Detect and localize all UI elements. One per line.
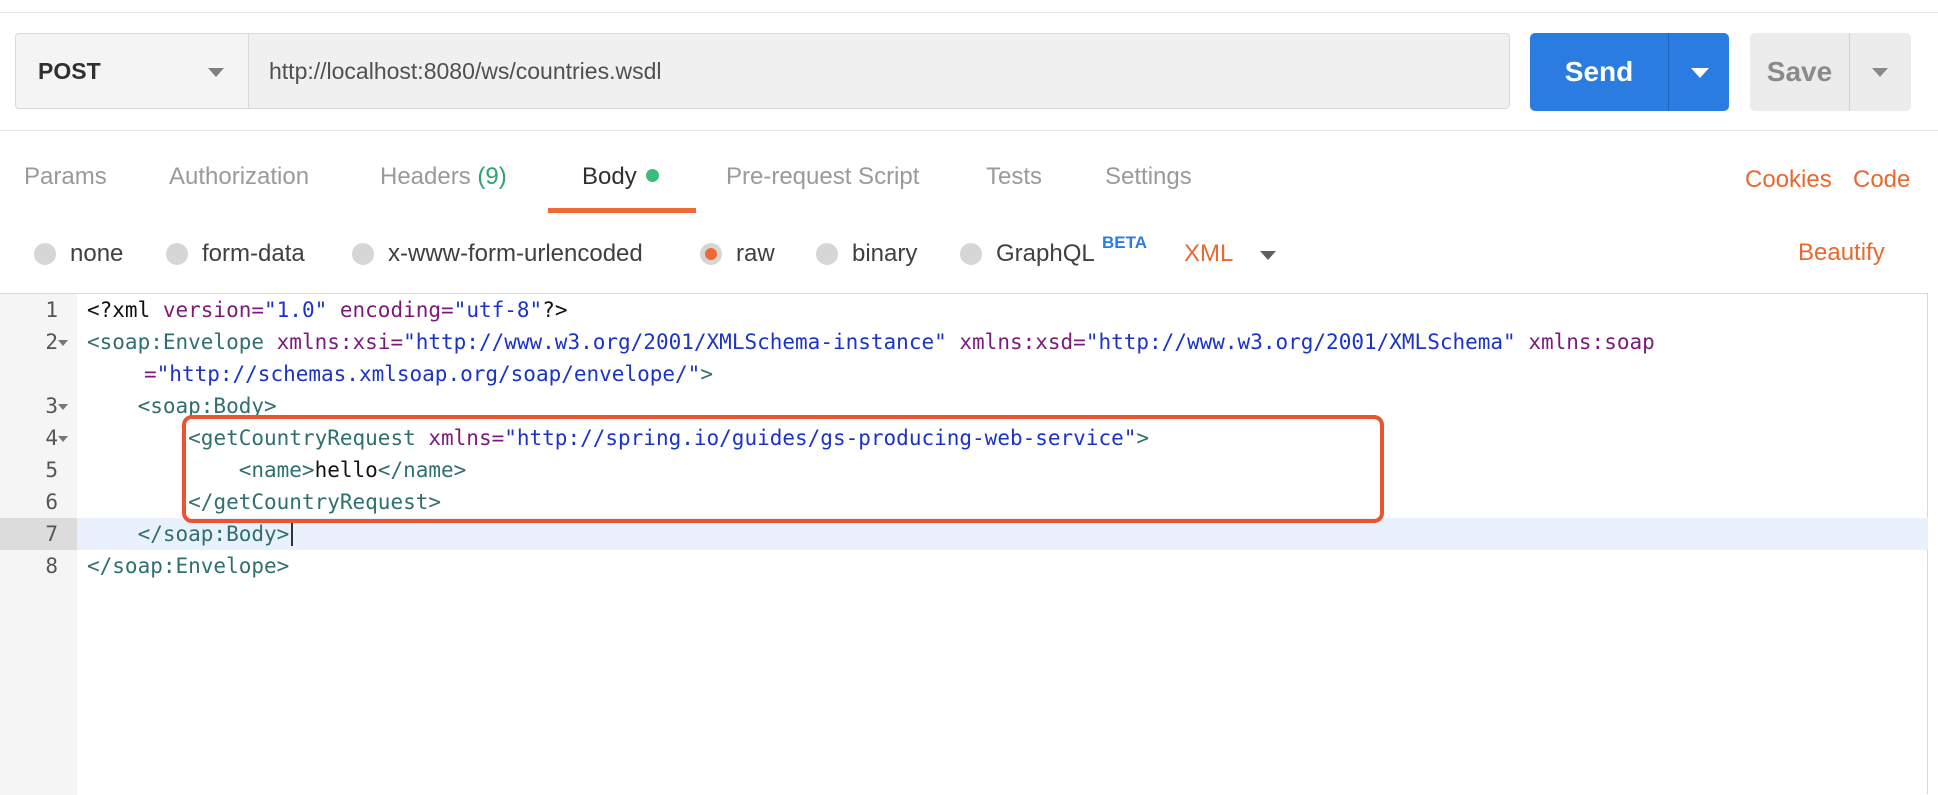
code-line[interactable]: 1 <?xml version="1.0" encoding="utf-8"?> — [0, 294, 1928, 326]
divider — [0, 130, 1938, 131]
send-button[interactable]: Send — [1530, 33, 1669, 111]
code-editor[interactable]: 1 <?xml version="1.0" encoding="utf-8"?>… — [0, 293, 1928, 795]
top-border — [0, 0, 1938, 13]
url-text: http://localhost:8080/ws/countries.wsdl — [269, 57, 662, 84]
code-token: = — [144, 362, 157, 386]
save-options-button[interactable] — [1850, 33, 1911, 111]
code-token: </soap:Envelope> — [87, 554, 290, 578]
line-number: 5 — [45, 458, 58, 482]
body-type-binary[interactable]: binary — [816, 240, 917, 268]
line-number: 1 — [45, 298, 58, 322]
body-type-form-data-label: form-data — [202, 240, 305, 267]
chevron-down-icon — [1691, 68, 1709, 78]
body-type-none-label: none — [70, 240, 124, 267]
body-type-form-data[interactable]: form-data — [166, 240, 305, 268]
body-status-dot-icon — [645, 169, 659, 182]
tab-body[interactable]: Body — [582, 163, 659, 191]
code-token: xmlns:xsd= — [946, 330, 1086, 354]
chevron-down-icon[interactable] — [1260, 251, 1276, 260]
line-number: 7 — [0, 518, 77, 550]
line-number: 6 — [45, 490, 58, 514]
tab-prerequest-script[interactable]: Pre-request Script — [726, 163, 919, 191]
tab-headers[interactable]: Headers (9) — [380, 163, 507, 191]
radio-icon[interactable] — [816, 243, 838, 265]
code-token: xmlns:soap — [1515, 330, 1655, 354]
code-token: "http://www.w3.org/2001/XMLSchema" — [1085, 330, 1516, 354]
code-token: <?xml — [87, 298, 163, 322]
code-token: xmlns:xsi= — [276, 330, 404, 354]
radio-icon[interactable] — [352, 243, 374, 265]
code-line-wrapped[interactable]: ="http://schemas.xmlsoap.org/soap/envelo… — [0, 358, 1928, 390]
radio-icon[interactable] — [166, 243, 188, 265]
beta-badge: BETA — [1102, 233, 1148, 252]
method-select[interactable]: POST — [15, 33, 248, 109]
save-button-group: Save — [1750, 33, 1911, 111]
code-token: > — [700, 362, 713, 386]
send-button-group: Send — [1530, 33, 1729, 111]
code-token: "http://schemas.xmlsoap.org/soap/envelop… — [156, 362, 701, 386]
cookies-link[interactable]: Cookies — [1745, 166, 1832, 194]
tab-authorization[interactable]: Authorization — [169, 163, 309, 191]
body-type-raw-label: raw — [736, 240, 775, 267]
line-number: 8 — [45, 554, 58, 578]
active-tab-indicator — [548, 208, 696, 213]
code-line[interactable]: 8 </soap:Envelope> — [0, 550, 1928, 582]
code-token: ?> — [542, 298, 568, 322]
code-token: "http://www.w3.org/2001/XMLSchema-instan… — [403, 330, 947, 354]
tab-settings[interactable]: Settings — [1105, 163, 1192, 191]
code-token: "utf-8" — [453, 298, 543, 322]
url-input[interactable]: http://localhost:8080/ws/countries.wsdl — [248, 33, 1510, 109]
send-options-button[interactable] — [1669, 33, 1729, 111]
tab-tests[interactable]: Tests — [986, 163, 1042, 191]
annotation-highlight-box — [182, 415, 1384, 523]
radio-checked-icon[interactable] — [700, 243, 722, 265]
code-token: <soap:Envelope — [87, 330, 277, 354]
body-type-binary-label: binary — [852, 240, 918, 267]
tab-body-label: Body — [582, 163, 637, 190]
save-button[interactable]: Save — [1750, 33, 1850, 111]
code-token: encoding= — [327, 298, 454, 322]
radio-icon[interactable] — [960, 243, 982, 265]
headers-count-badge: (9) — [477, 163, 507, 190]
code-link[interactable]: Code — [1853, 166, 1910, 194]
body-type-urlencoded-label: x-www-form-urlencoded — [388, 240, 643, 267]
tab-headers-label: Headers — [380, 163, 471, 190]
body-type-none[interactable]: none — [34, 240, 123, 268]
code-token: </soap:Body> — [137, 522, 290, 546]
body-type-graphql-label: GraphQL — [996, 240, 1095, 267]
code-token: "1.0" — [264, 298, 328, 322]
beautify-link[interactable]: Beautify — [1798, 239, 1885, 267]
method-label: POST — [38, 57, 101, 84]
tab-params[interactable]: Params — [24, 163, 107, 191]
text-cursor — [291, 522, 294, 546]
format-select[interactable]: XML — [1184, 240, 1233, 268]
fold-arrow-icon[interactable] — [58, 404, 68, 410]
radio-icon[interactable] — [34, 243, 56, 265]
body-type-urlencoded[interactable]: x-www-form-urlencoded — [352, 240, 643, 268]
code-token: version= — [162, 298, 265, 322]
fold-arrow-icon[interactable] — [58, 436, 68, 442]
fold-arrow-icon[interactable] — [58, 340, 68, 346]
chevron-down-icon — [208, 68, 224, 77]
body-type-raw[interactable]: raw — [700, 240, 775, 268]
body-type-graphql[interactable]: GraphQL — [960, 240, 1095, 268]
chevron-down-icon — [1872, 68, 1888, 77]
code-line[interactable]: 2 <soap:Envelope xmlns:xsi="http://www.w… — [0, 326, 1928, 358]
